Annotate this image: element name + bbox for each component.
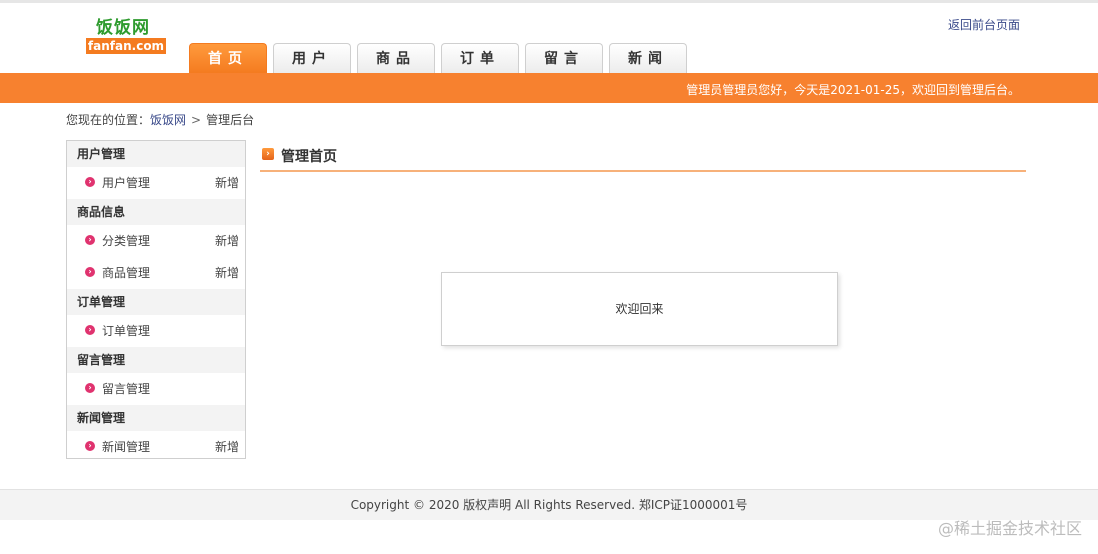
tab-users[interactable]: 用户 <box>273 43 351 73</box>
nav-tabs: 首页 用户 商品 订单 留言 新闻 <box>189 43 693 73</box>
tab-products[interactable]: 商品 <box>357 43 435 73</box>
main-title: › 管理首页 <box>260 145 1026 172</box>
sidebar-item-label: 新闻管理 <box>102 440 151 454</box>
sidebar-add-news-link[interactable]: 新增 <box>215 431 239 463</box>
chevron-right-icon: › <box>85 383 95 393</box>
breadcrumb-current: 管理后台 <box>206 113 255 127</box>
breadcrumb-prefix: 您现在的位置： <box>66 113 151 127</box>
sidebar-item-message-manage[interactable]: › 留言管理 <box>67 373 245 405</box>
sidebar-item-label: 留言管理 <box>102 382 151 396</box>
tab-messages[interactable]: 留言 <box>525 43 603 73</box>
breadcrumb-home-link[interactable]: 饭饭网 <box>150 113 186 127</box>
footer: Copyright © 2020 版权声明 All Rights Reserve… <box>0 489 1098 520</box>
chevron-right-icon: › <box>85 267 95 277</box>
sidebar: 用户管理 › 用户管理 新增 商品信息 › 分类管理 新增 › 商品管理 新增 … <box>66 140 246 459</box>
welcome-bar-text: 管理员管理员您好，今天是2021-01-25，欢迎回到管理后台。 <box>686 83 1020 97</box>
sidebar-item-label: 分类管理 <box>102 234 151 248</box>
sidebar-group-messages: 留言管理 <box>67 347 245 373</box>
welcome-bar: 管理员管理员您好，今天是2021-01-25，欢迎回到管理后台。 <box>0 73 1098 103</box>
sidebar-group-orders: 订单管理 <box>67 289 245 315</box>
return-frontend-link[interactable]: 返回前台页面 <box>948 16 1020 33</box>
sidebar-add-user-link[interactable]: 新增 <box>215 167 239 199</box>
sidebar-item-label: 商品管理 <box>102 266 151 280</box>
sidebar-item-category-manage[interactable]: › 分类管理 新增 <box>67 225 245 257</box>
header: 饭饭网 fanfan.com 返回前台页面 首页 用户 商品 订单 留言 新闻 <box>0 3 1098 73</box>
chevron-right-icon: › <box>85 325 95 335</box>
sidebar-item-order-manage[interactable]: › 订单管理 <box>67 315 245 347</box>
sidebar-item-user-manage[interactable]: › 用户管理 新增 <box>67 167 245 199</box>
breadcrumb-separator: > <box>191 113 202 127</box>
chevron-right-icon: › <box>85 441 95 451</box>
sidebar-add-product-link[interactable]: 新增 <box>215 257 239 289</box>
tab-news[interactable]: 新闻 <box>609 43 687 73</box>
sidebar-group-news: 新闻管理 <box>67 405 245 431</box>
sidebar-item-product-manage[interactable]: › 商品管理 新增 <box>67 257 245 289</box>
logo[interactable]: 饭饭网 fanfan.com <box>86 11 168 57</box>
chevron-right-icon: › <box>85 177 95 187</box>
logo-en-text: fanfan.com <box>86 38 166 54</box>
breadcrumb: 您现在的位置：饭饭网 > 管理后台 <box>66 111 254 128</box>
chevron-right-icon: › <box>85 235 95 245</box>
sidebar-item-label: 订单管理 <box>102 324 151 338</box>
logo-cn-text: 饭饭网 <box>96 18 150 38</box>
sidebar-item-label: 用户管理 <box>102 176 151 190</box>
sidebar-group-products: 商品信息 <box>67 199 245 225</box>
welcome-box: 欢迎回来 <box>441 272 838 346</box>
sidebar-item-news-manage[interactable]: › 新闻管理 新增 <box>67 431 245 463</box>
arrow-right-icon: › <box>262 148 274 160</box>
page-title: 管理首页 <box>281 149 337 165</box>
sidebar-add-category-link[interactable]: 新增 <box>215 225 239 257</box>
tab-orders[interactable]: 订单 <box>441 43 519 73</box>
tab-home[interactable]: 首页 <box>189 43 267 73</box>
watermark: @稀土掘金技术社区 <box>937 519 1082 538</box>
sidebar-group-users: 用户管理 <box>67 141 245 167</box>
